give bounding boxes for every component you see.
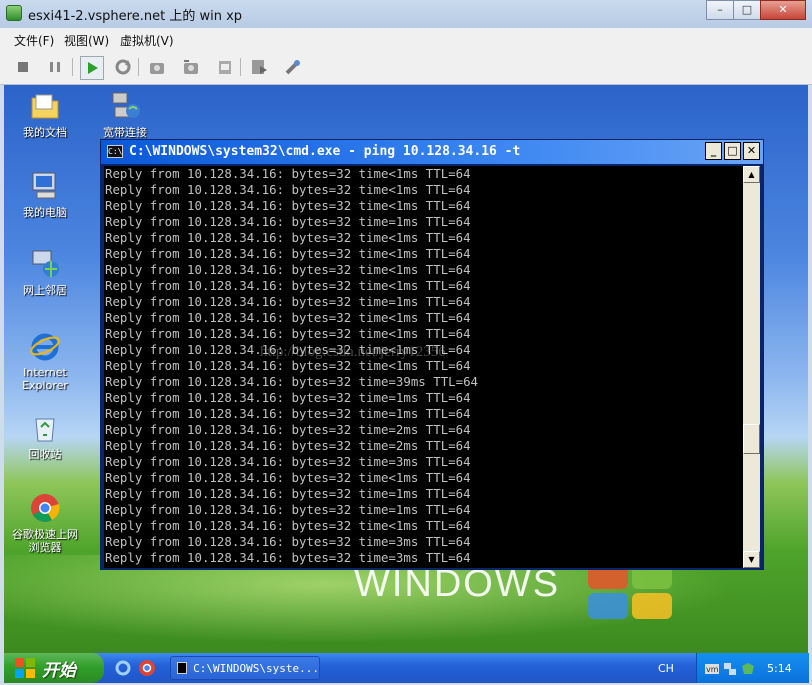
desktop-icon-chrome[interactable]: 谷歌极速上网浏览器 [8, 491, 82, 554]
desktop-icon-internet-explorer[interactable]: Internet Explorer [8, 329, 82, 392]
network-status-icon[interactable] [723, 661, 737, 675]
vm-titlebar[interactable]: esxi41-2.vsphere.net 上的 win xp – □ ✕ [0, 0, 812, 28]
cmd-minimize-button[interactable]: _ [705, 142, 722, 160]
desktop-icon-label: 宽带连接 [103, 126, 147, 139]
revert-snapshot-icon[interactable] [180, 56, 202, 78]
windows-logo-icon [14, 657, 36, 679]
cmd-scrollbar[interactable]: ▲ ▼ [743, 166, 760, 568]
cmd-output-line: Reply from 10.128.34.16: bytes=32 time=3… [105, 550, 471, 565]
pause-icon[interactable] [44, 56, 66, 78]
cmd-output-line: Reply from 10.128.34.16: bytes=32 time<1… [105, 470, 471, 485]
cmd-output-line: Reply from 10.128.34.16: bytes=32 time<1… [105, 326, 471, 341]
svg-text:vm: vm [706, 665, 719, 674]
start-button[interactable]: 开始 [4, 653, 104, 683]
cmd-output-line: Reply from 10.128.34.16: bytes=32 time<1… [105, 310, 471, 325]
desktop-icon-label: 谷歌极速上网浏览器 [12, 528, 78, 554]
window-controls: – □ ✕ [706, 0, 806, 20]
vm-console-window: esxi41-2.vsphere.net 上的 win xp – □ ✕ 文件(… [0, 0, 812, 685]
menu-file[interactable]: 文件(F) [14, 32, 54, 49]
cmd-output-line: Reply from 10.128.34.16: bytes=32 time=1… [105, 406, 471, 421]
taskbar-item-cmd[interactable]: C:\WINDOWS\syste... [170, 656, 320, 680]
cmd-output-line: Reply from 10.128.34.16: bytes=32 time<1… [105, 230, 471, 245]
clock: 5:14 [767, 662, 792, 675]
cmd-output-line: Reply from 10.128.34.16: bytes=32 time<1… [105, 246, 471, 261]
watermark-text: http://blog.csdn.net/jerry12356 [260, 344, 446, 360]
menu-vm[interactable]: 虚拟机(V) [120, 32, 174, 49]
toolbar-separator [240, 58, 241, 76]
cmd-output-line: Reply from 10.128.34.16: bytes=32 time=1… [105, 390, 471, 405]
play-icon[interactable] [80, 56, 104, 80]
folder-icon [28, 89, 62, 123]
close-button[interactable]: ✕ [760, 0, 806, 20]
scroll-down-arrow-icon[interactable]: ▼ [743, 551, 760, 568]
cmd-output-line: Reply from 10.128.34.16: bytes=32 time=2… [105, 438, 471, 453]
cmd-maximize-button[interactable]: □ [724, 142, 741, 160]
quicklaunch-ie-icon[interactable] [114, 659, 132, 677]
cmd-output-line: Reply from 10.128.34.16: bytes=32 time=2… [105, 422, 471, 437]
cmd-output-line: Reply from 10.128.34.16: bytes=32 time=3… [105, 374, 478, 389]
start-label: 开始 [42, 660, 76, 681]
system-tray: vm 5:14 [696, 653, 809, 683]
cmd-output-line: Reply from 10.128.34.16: bytes=32 time<1… [105, 166, 471, 181]
cmd-icon [177, 662, 188, 674]
windows-flag-logo [588, 563, 678, 623]
desktop-icon-label: 我的文档 [23, 126, 67, 139]
maximize-button[interactable]: □ [733, 0, 761, 20]
cmd-window-controls: _ □ ✕ [705, 142, 760, 160]
desktop-icon-my-documents[interactable]: 我的文档 [8, 89, 82, 139]
network-connection-icon [108, 89, 142, 123]
desktop-icon-label: 网上邻居 [23, 284, 67, 297]
ie-icon [28, 329, 62, 363]
console-settings-icon[interactable] [248, 56, 270, 78]
cmd-output-line: Reply from 10.128.34.16: bytes=32 time<1… [105, 182, 471, 197]
computer-icon [28, 169, 62, 203]
desktop-icon-my-computer[interactable]: 我的电脑 [8, 169, 82, 219]
desktop-icon-label: 我的电脑 [23, 206, 67, 219]
cmd-output-line: Reply from 10.128.34.16: bytes=32 time=1… [105, 502, 471, 517]
vsphere-vm-icon [6, 5, 22, 21]
taskbar-item-label: C:\WINDOWS\syste... [193, 661, 319, 675]
desktop-icon-label: 回收站 [28, 448, 62, 461]
quicklaunch-chrome-icon[interactable] [138, 659, 156, 677]
toolbar-separator [72, 58, 73, 76]
cmd-output-line: Reply from 10.128.34.16: bytes=32 time<1… [105, 262, 471, 277]
vm-toolbar [0, 50, 812, 85]
menu-bar: 文件(F) 视图(W) 虚拟机(V) [0, 28, 812, 50]
cmd-output-line: Reply from 10.128.34.16: bytes=32 time=3… [105, 454, 471, 469]
xp-taskbar: 开始 C:\WINDOWS\syste... CH vm 5:14 [4, 653, 809, 683]
cmd-output-line: Reply from 10.128.34.16: bytes=32 time=3… [105, 534, 471, 549]
vmware-tools-icon[interactable]: vm [705, 661, 719, 675]
vm-tools-icon[interactable] [282, 56, 304, 78]
scroll-up-arrow-icon[interactable]: ▲ [743, 166, 760, 183]
desktop-icon-broadband[interactable]: 宽带连接 [88, 89, 162, 139]
cmd-icon: C:\ [107, 145, 123, 158]
desktop-icon-network-places[interactable]: 网上邻居 [8, 247, 82, 297]
menu-view[interactable]: 视图(W) [64, 32, 109, 49]
vm-window-title: esxi41-2.vsphere.net 上的 win xp [28, 9, 243, 24]
toolbar-separator [138, 58, 139, 76]
minimize-button[interactable]: – [706, 0, 734, 20]
snapshot-icon[interactable] [146, 56, 168, 78]
cmd-output-line: Reply from 10.128.34.16: bytes=32 time=1… [105, 486, 471, 501]
reset-icon[interactable] [112, 56, 134, 78]
scroll-thumb[interactable] [743, 424, 760, 454]
cmd-output[interactable]: Reply from 10.128.34.16: bytes=32 time<1… [104, 166, 744, 568]
cmd-output-line: Reply from 10.128.34.16: bytes=32 time<1… [105, 278, 471, 293]
recycle-bin-icon [28, 411, 62, 445]
chrome-icon [28, 491, 62, 525]
desktop-icon-recycle-bin[interactable]: 回收站 [8, 411, 82, 461]
cmd-close-button[interactable]: ✕ [743, 142, 760, 160]
desktop-icon-label: Internet Explorer [22, 366, 68, 392]
language-indicator[interactable]: CH [658, 662, 674, 675]
cmd-output-line: Reply from 10.128.34.16: bytes=32 time=1… [105, 294, 471, 309]
stop-icon[interactable] [12, 56, 34, 78]
cmd-window-title: C:\WINDOWS\system32\cmd.exe - ping 10.12… [129, 144, 521, 159]
cmd-output-line: Reply from 10.128.34.16: bytes=32 time<1… [105, 198, 471, 213]
cmd-output-line: Reply from 10.128.34.16: bytes=32 time<1… [105, 518, 471, 533]
cmd-titlebar[interactable]: C:\ C:\WINDOWS\system32\cmd.exe - ping 1… [101, 140, 763, 164]
cmd-output-line: Reply from 10.128.34.16: bytes=32 time=1… [105, 214, 471, 229]
network-places-icon [28, 247, 62, 281]
security-icon[interactable] [741, 661, 755, 675]
manage-snapshots-icon[interactable] [214, 56, 236, 78]
